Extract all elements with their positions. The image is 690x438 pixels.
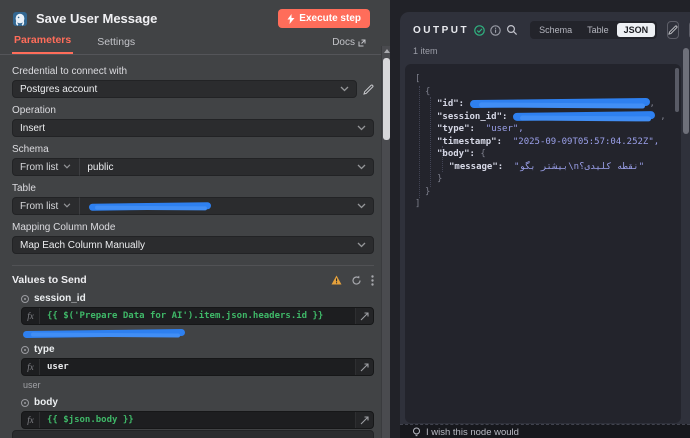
chevron-down-icon (357, 203, 366, 209)
success-check-icon (474, 25, 485, 36)
redacted-session-id-result (23, 329, 185, 338)
json-scrollbar-thumb[interactable] (675, 68, 679, 112)
tab-settings[interactable]: Settings (95, 36, 137, 54)
node-details-view: Save User Message Execute step Parameter… (0, 0, 690, 438)
chevron-down-icon (357, 242, 366, 248)
json-line: "timestamp": "2025-09-09T05:57:04.252Z", (415, 136, 671, 149)
param-type: type fx user user (12, 344, 374, 390)
json-line: "body": { (415, 148, 671, 161)
session-id-input[interactable]: fx {{ $('Prepare Data for AI').item.json… (21, 307, 374, 325)
param-name: body (34, 397, 58, 408)
drag-handle-icon[interactable] (21, 295, 29, 303)
fx-toggle[interactable]: fx (22, 308, 40, 324)
tabs-row: Parameters Settings Docs (0, 33, 390, 55)
refresh-icon[interactable] (351, 275, 362, 286)
lightning-icon (287, 14, 295, 24)
fx-toggle[interactable]: fx (22, 412, 40, 428)
mapping-mode-select[interactable]: Map Each Column Manually (12, 236, 374, 254)
edit-credential-icon[interactable] (363, 84, 374, 95)
output-header: OUTPUT Schema Table JSON (400, 12, 690, 44)
json-line: "id": , (415, 98, 671, 111)
schema-value-select[interactable]: public (80, 158, 374, 176)
chevron-down-icon (340, 86, 349, 92)
items-count: 1 item (400, 44, 690, 61)
chevron-down-icon (357, 164, 366, 170)
expand-expression-icon[interactable] (355, 412, 373, 428)
tab-parameters[interactable]: Parameters (12, 34, 73, 54)
values-to-send-header: Values to Send (12, 265, 374, 286)
param-session-id: session_id fx {{ $('Prepare Data for AI'… (12, 293, 374, 337)
credential-label: Credential to connect with (12, 66, 374, 77)
chevron-down-icon (63, 203, 72, 209)
drag-handle-icon[interactable] (21, 399, 29, 407)
credential-select[interactable]: Postgres account (12, 80, 357, 98)
mapping-mode-label: Mapping Column Mode (12, 222, 374, 233)
chevron-down-icon (63, 164, 72, 170)
postgres-node-icon (12, 11, 28, 27)
kebab-menu-icon[interactable] (371, 275, 374, 286)
docs-link[interactable]: Docs (332, 37, 366, 54)
feedback-prompt: I wish this node would (426, 427, 519, 438)
expand-expression-icon[interactable] (355, 359, 373, 375)
parameters-panel: Save User Message Execute step Parameter… (0, 0, 390, 438)
param-name: session_id (34, 293, 86, 304)
json-line: ] (415, 198, 671, 211)
external-link-icon (358, 39, 366, 47)
edit-output-button[interactable] (667, 21, 679, 39)
node-title: Save User Message (36, 11, 157, 26)
add-option-button[interactable] (12, 430, 374, 438)
param-name: type (34, 344, 55, 355)
scrollbar-thumb[interactable] (683, 48, 689, 134)
view-schema[interactable]: Schema (532, 23, 579, 37)
node-feedback-bar[interactable]: I wish this node would (400, 424, 690, 438)
json-line: { (415, 86, 671, 99)
type-input[interactable]: fx user (21, 358, 374, 376)
schema-mode-select[interactable]: From list (12, 158, 80, 176)
parameters-form: Credential to connect with Postgres acco… (0, 55, 390, 438)
fx-toggle[interactable]: fx (22, 359, 40, 375)
json-line: [ (415, 73, 671, 86)
lightbulb-icon (412, 427, 421, 438)
json-line: "message": "بیشتر بگو\nنقطه کلیدی؟" (415, 161, 671, 174)
table-value-select[interactable] (80, 197, 374, 215)
parameters-scrollbar[interactable] (381, 46, 390, 438)
output-panel: OUTPUT Schema Table JSON 1 item [ { "id"… (400, 12, 690, 438)
redacted-session-id-value (513, 111, 655, 121)
json-line: } (415, 173, 671, 186)
schema-label: Schema (12, 144, 374, 155)
node-header: Save User Message Execute step (0, 0, 390, 33)
output-title: OUTPUT (413, 25, 469, 36)
type-result-preview: user (23, 380, 374, 390)
operation-label: Operation (12, 105, 374, 116)
expand-expression-icon[interactable] (355, 308, 373, 324)
body-input[interactable]: fx {{ $json.body }} (21, 411, 374, 429)
warning-icon[interactable] (331, 275, 342, 285)
json-output-view[interactable]: [ { "id": , "session_id": , "type": "use… (405, 64, 681, 423)
json-line: } (415, 186, 671, 199)
view-table[interactable]: Table (580, 23, 616, 37)
scroll-up-arrow-icon[interactable] (384, 49, 390, 53)
json-line: "session_id": , (415, 111, 671, 124)
output-view-toggle: Schema Table JSON (530, 21, 657, 39)
redacted-id-value (469, 98, 649, 108)
indent-guide (419, 86, 420, 198)
table-mode-select[interactable]: From list (12, 197, 80, 215)
view-json[interactable]: JSON (617, 23, 656, 37)
chevron-down-icon (357, 125, 366, 131)
table-label: Table (12, 183, 374, 194)
indent-guide (430, 97, 431, 187)
operation-select[interactable]: Insert (12, 119, 374, 137)
output-scrollbar[interactable] (682, 12, 690, 438)
search-icon[interactable] (506, 24, 518, 36)
json-line: "type": "user", (415, 123, 671, 136)
info-circle-icon[interactable] (490, 25, 501, 36)
scrollbar-thumb[interactable] (383, 58, 390, 140)
execute-step-button[interactable]: Execute step (278, 9, 370, 28)
drag-handle-icon[interactable] (21, 346, 29, 354)
redacted-table-name (89, 202, 211, 210)
indent-guide (442, 146, 443, 172)
